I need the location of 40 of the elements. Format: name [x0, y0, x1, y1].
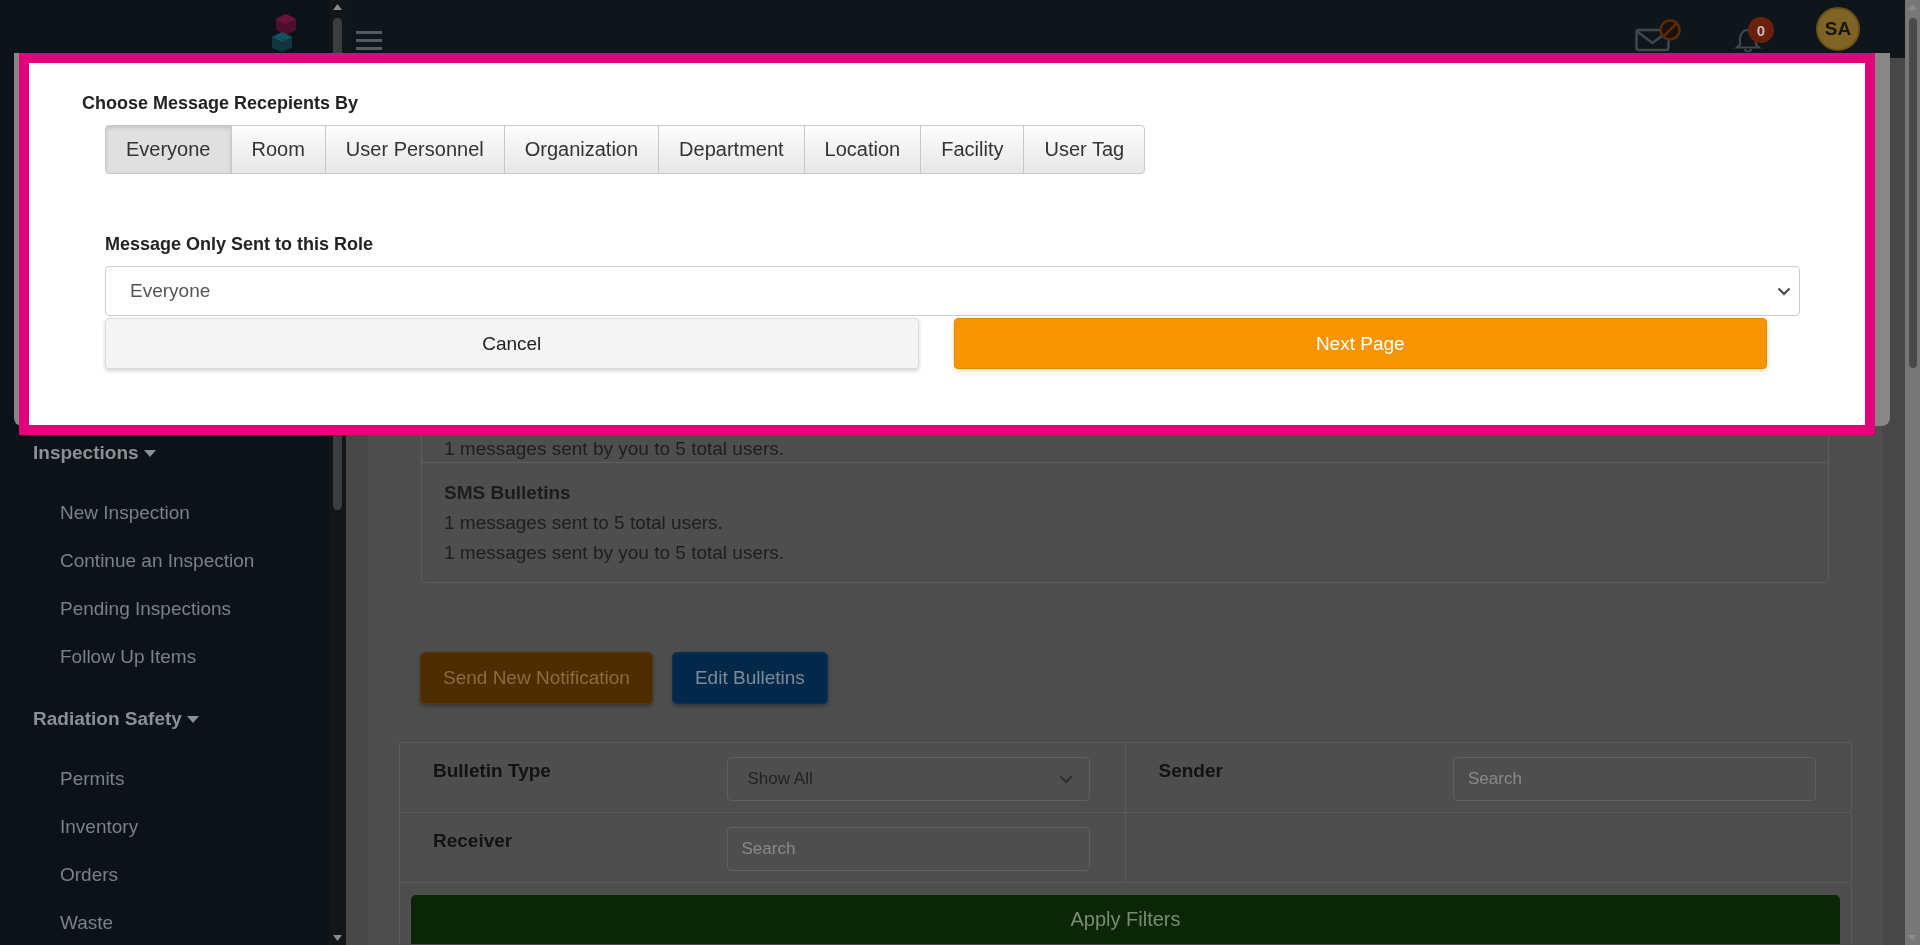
section-header[interactable]: Radiation Safety [33, 704, 182, 734]
recipient-tab[interactable]: Facility [920, 125, 1025, 174]
nav-link[interactable]: Continue an Inspection [60, 546, 255, 576]
role-select[interactable]: Everyone [105, 266, 1800, 316]
mail-blocked-icon[interactable] [1635, 19, 1681, 52]
user-avatar[interactable]: SA [1816, 7, 1860, 51]
recipient-tab[interactable]: User Tag [1023, 125, 1146, 174]
apply-filters-button[interactable]: Apply Filters [411, 895, 1840, 944]
nav-link[interactable]: Pending Inspections [60, 594, 232, 624]
send-notification-button[interactable]: Send New Notification [420, 652, 653, 704]
scrollbar-thumb[interactable] [1908, 18, 1917, 368]
recipient-tab[interactable]: Room [230, 125, 326, 174]
nav-link[interactable]: Orders [60, 860, 119, 890]
nav-link[interactable]: Waste [60, 908, 114, 938]
search-field[interactable]: Search [726, 827, 1090, 871]
search-field[interactable]: Search [1453, 757, 1816, 801]
notification-badge: 0 [1748, 17, 1774, 43]
chevron-down-icon [1777, 286, 1791, 296]
recipient-tab[interactable]: Everyone [105, 125, 232, 174]
chevron-down-icon [1058, 774, 1073, 784]
recipient-tab[interactable]: User Personnel [324, 125, 505, 174]
field-label: Message Only Sent to this Role [105, 233, 374, 256]
menu-icon[interactable] [356, 31, 382, 50]
recipient-tab[interactable]: Location [803, 125, 922, 174]
filter-label: Bulletin Type [433, 759, 552, 783]
recipient-tab[interactable]: Department [658, 125, 805, 174]
dialog-title: Choose Message Recepients By [82, 92, 359, 115]
nav-link[interactable]: Inventory [60, 812, 139, 842]
recipient-tab[interactable]: Organization [503, 125, 660, 174]
cancel-button[interactable]: Cancel [105, 318, 919, 369]
scroll-down-icon [333, 935, 342, 941]
scroll-up-icon [333, 4, 342, 10]
nav-link[interactable]: New Inspection [60, 498, 190, 528]
nav-link[interactable]: Follow Up Items [60, 642, 197, 672]
edit-button[interactable]: Edit Bulletins [671, 652, 828, 704]
filter-label: Receiver [433, 829, 514, 853]
bell-icon[interactable] [1733, 28, 1763, 52]
filter-label: Sender [1158, 759, 1224, 783]
nav-link[interactable]: Permits [60, 764, 125, 794]
section-header[interactable]: Inspections [33, 438, 139, 468]
